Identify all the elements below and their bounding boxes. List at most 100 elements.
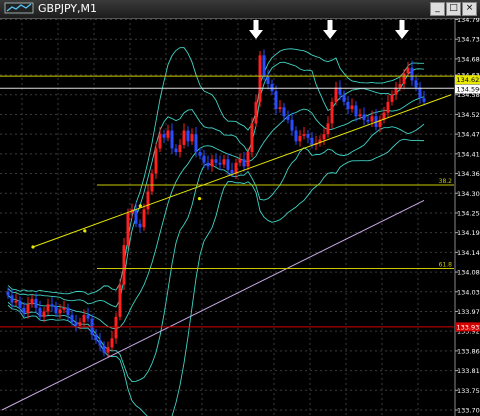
candle-body <box>322 134 326 140</box>
tick-label: 133.975 <box>457 308 480 316</box>
price-label: 134.596 <box>457 86 480 94</box>
candle-body <box>190 134 194 142</box>
candle-body <box>106 347 110 353</box>
tick-label: 134.140 <box>457 249 480 257</box>
candle-body <box>210 159 214 167</box>
candle-body <box>286 116 290 120</box>
fib-level-label: 61.8 <box>439 261 453 268</box>
candle-body <box>134 209 138 224</box>
candle-body <box>214 159 218 163</box>
minimize-button[interactable]: _ <box>430 2 445 16</box>
price-chart[interactable]: 38.2 61.8134.790134.735134.680134.635134.… <box>0 18 480 416</box>
candle-body <box>154 148 158 174</box>
overlay-layer: 38.2 61.8 <box>0 20 454 411</box>
candle-body <box>78 322 82 326</box>
candle-body <box>302 134 306 136</box>
candle-body <box>306 134 310 138</box>
tick-label: 134.415 <box>457 150 480 158</box>
candle-body <box>298 135 302 142</box>
title-bar[interactable]: GBPJPY,M1 _ □ × <box>0 0 480 19</box>
trendline <box>32 94 452 248</box>
candle-body <box>230 169 234 174</box>
candle-body <box>66 307 70 316</box>
candle-body <box>390 94 394 102</box>
tick-label: 133.755 <box>457 387 480 395</box>
candle-body <box>186 130 190 142</box>
candle-body <box>14 300 18 303</box>
candle-body <box>278 107 282 110</box>
candle-body <box>294 130 298 142</box>
candle-body <box>6 291 10 296</box>
candle-body <box>402 73 406 84</box>
candle-body <box>206 162 210 167</box>
candle-body <box>258 55 262 102</box>
tick-label: 134.195 <box>457 229 480 237</box>
candle-body <box>406 67 410 74</box>
candle-body <box>94 334 98 341</box>
candle-body <box>46 304 50 312</box>
arrow-head <box>395 30 409 39</box>
candle-body <box>398 83 402 88</box>
price-axis: 134.790134.735134.680134.635134.580134.5… <box>454 18 480 416</box>
tick-label: 134.085 <box>457 269 480 277</box>
arrow-shaft <box>327 20 333 30</box>
candle-body <box>118 284 122 317</box>
candle-body <box>218 162 222 165</box>
trendline-anchor-point <box>138 204 142 208</box>
chart-window: GBPJPY,M1 _ □ × 38.2 61.8 134.790 134.735 13… <box>0 0 480 416</box>
candle-body <box>354 105 358 117</box>
long-moving-average <box>1 199 425 411</box>
candle-body <box>350 105 354 110</box>
candle-body <box>270 83 274 92</box>
maximize-button[interactable]: □ <box>446 2 461 16</box>
candle-body <box>126 212 130 246</box>
candle-body <box>242 159 246 167</box>
tick-label: 134.735 <box>457 36 480 44</box>
candle-body <box>54 306 58 314</box>
candle-body <box>58 309 62 314</box>
candle-body <box>50 304 54 307</box>
candle-body <box>274 91 278 110</box>
candle-body <box>70 315 74 323</box>
down-arrow-icon <box>395 20 409 39</box>
candle-body <box>182 130 186 145</box>
candle-body <box>226 159 230 170</box>
candle-body <box>290 119 294 131</box>
candle-body <box>74 322 78 326</box>
candle-body <box>366 119 370 122</box>
trendline-anchor-point <box>197 197 202 201</box>
tick-label: 133.810 <box>457 367 480 375</box>
candle-body <box>234 162 238 174</box>
candle-body <box>250 123 254 153</box>
candle-body <box>222 159 226 165</box>
fib-level-label: 38.2 <box>439 178 453 185</box>
candle-body <box>38 307 42 317</box>
candle-body <box>30 298 34 305</box>
candle-body <box>122 245 126 285</box>
candle-body <box>282 107 286 117</box>
candle-body <box>18 300 22 308</box>
candle-body <box>138 223 142 228</box>
candle-body <box>82 315 86 323</box>
arrow-head <box>323 30 337 39</box>
trendline-anchor-point <box>83 229 87 233</box>
outer-upper-band <box>7 47 424 295</box>
close-button[interactable]: × <box>462 2 477 16</box>
candle-body <box>146 191 150 210</box>
candle-body <box>202 155 206 163</box>
candle-body <box>166 130 170 138</box>
candle-body <box>110 338 114 348</box>
window-title: GBPJPY,M1 <box>38 2 98 15</box>
candle-body <box>386 101 390 113</box>
candle-body <box>342 94 346 102</box>
candle-body <box>142 209 146 228</box>
arrow-shaft <box>399 20 405 30</box>
candle-body <box>330 101 334 124</box>
candle-body <box>150 173 154 192</box>
candle-body <box>262 55 266 77</box>
candle-body <box>194 134 198 153</box>
candle-body <box>238 159 242 163</box>
trendline-anchor-point <box>31 245 35 249</box>
candle-body <box>42 311 46 317</box>
tick-label: 134.525 <box>457 111 480 119</box>
